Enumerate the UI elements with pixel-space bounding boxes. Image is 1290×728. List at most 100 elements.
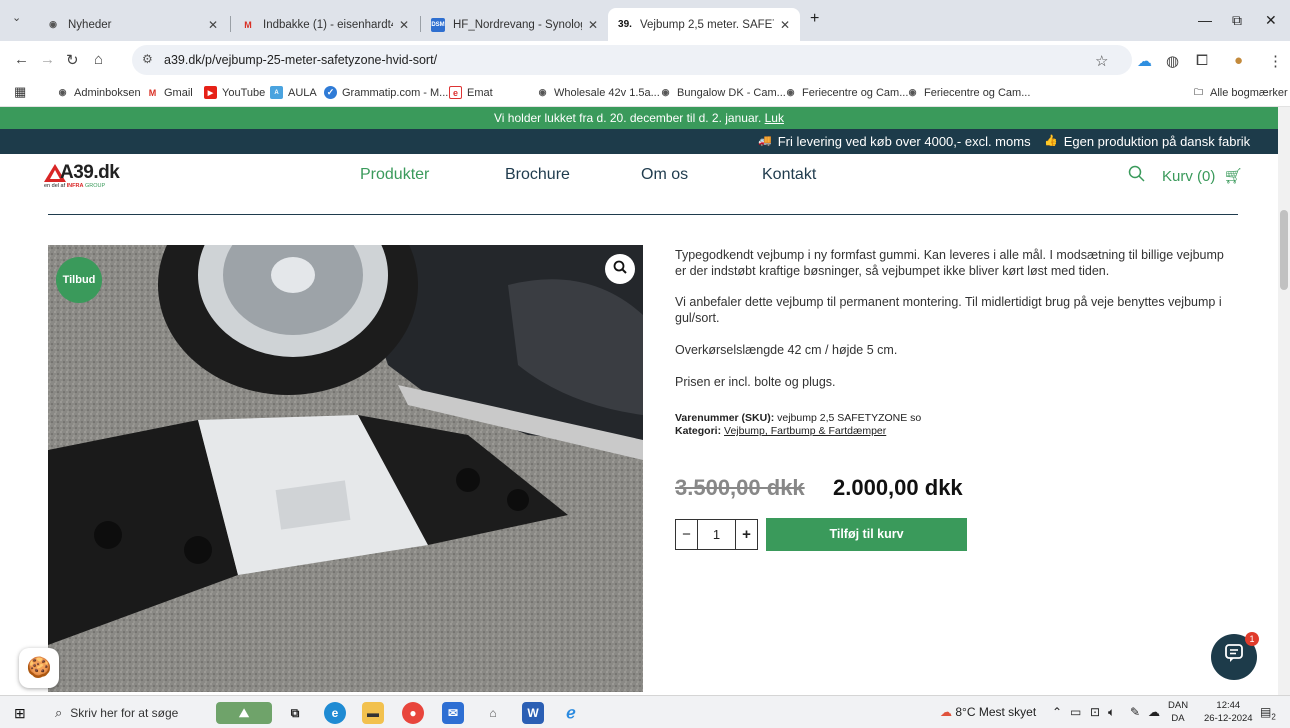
sale-badge: Tilbud: [56, 257, 102, 303]
quantity-input[interactable]: 1: [698, 520, 735, 549]
news-widget-icon[interactable]: ⛰: [216, 702, 272, 724]
bookmark-youtube[interactable]: ▶ YouTube: [204, 86, 265, 99]
store-icon[interactable]: ⌂: [482, 702, 504, 724]
close-icon[interactable]: ✕: [399, 18, 409, 32]
taskbar-search[interactable]: ⌕ Skriv her for at søge: [45, 696, 207, 728]
notice-close-link[interactable]: Luk: [765, 111, 784, 125]
menu-dots-icon[interactable]: ⋮: [1268, 52, 1283, 70]
tray-chevron-icon[interactable]: ⌃: [1052, 705, 1062, 719]
cart-icon: 🛒︎: [1223, 168, 1243, 185]
close-icon[interactable]: ✕: [780, 18, 790, 32]
product-photo: [48, 245, 643, 692]
notifications-icon[interactable]: ▤2: [1260, 705, 1276, 721]
battery-icon[interactable]: ▭: [1070, 705, 1081, 719]
windows-start-icon[interactable]: ⊞: [14, 705, 26, 722]
usp-delivery: 🚚 Fri levering ved køb over 4000,- excl.…: [758, 129, 1031, 154]
restore-icon[interactable]: ⧉: [1232, 12, 1242, 29]
search-icon[interactable]: [1128, 165, 1145, 187]
address-bar[interactable]: ⚙ a39.dk/p/vejbump-25-meter-safetyzone-h…: [132, 45, 1132, 75]
browser-tab-bar: ⌄ ◉ Nyheder ✕ M Indbakke (1) - eisenhard…: [0, 0, 1290, 41]
extension-cloud-icon[interactable]: ☁: [1137, 52, 1152, 70]
product-description-2: Vi anbefaler dette vejbump til permanent…: [675, 295, 1222, 325]
new-tab-button[interactable]: +: [810, 10, 819, 28]
holiday-notice-bar: Vi holder lukket fra d. 20. december til…: [0, 107, 1278, 129]
scrollbar-thumb[interactable]: [1280, 210, 1288, 290]
sale-price: 2.000,00 dkk: [833, 475, 963, 500]
extensions-puzzle-icon[interactable]: ⧠: [1196, 52, 1208, 69]
globe-icon: ◉: [58, 87, 67, 97]
window-close-icon[interactable]: ✕: [1265, 12, 1277, 29]
edge-icon[interactable]: e: [324, 702, 346, 724]
nav-om-os[interactable]: Om os: [641, 166, 688, 184]
weather-icon: ☁: [940, 705, 952, 719]
product-image[interactable]: Tilbud: [48, 245, 643, 692]
bookmark-bungalow[interactable]: ◉ Bungalow DK - Cam...: [659, 86, 786, 99]
bookmark-emat[interactable]: e Emat: [449, 86, 493, 99]
zoom-icon[interactable]: [605, 254, 635, 284]
globe-icon: ◉: [908, 87, 917, 97]
truck-icon: 🚚: [758, 135, 772, 147]
chrome-icon[interactable]: ●: [402, 702, 424, 724]
add-to-cart-button[interactable]: Tilføj til kurv: [766, 518, 967, 551]
nav-produkter[interactable]: Produkter: [360, 166, 429, 184]
internet-explorer-icon[interactable]: ℯ: [560, 702, 582, 724]
cookie-settings-icon[interactable]: 🍪: [19, 648, 59, 688]
nav-kontakt[interactable]: Kontakt: [762, 166, 816, 184]
task-view-icon[interactable]: ⧉: [284, 702, 306, 724]
bookmark-grammatip[interactable]: ✓ Grammatip.com - M...: [324, 86, 448, 99]
site-info-icon[interactable]: ⚙: [142, 52, 153, 66]
tab-vejbump[interactable]: 39. Vejbump 2,5 meter. SAFETYZO ✕: [608, 8, 800, 41]
bookmark-star-icon[interactable]: ☆: [1095, 52, 1108, 70]
minimize-icon[interactable]: —: [1198, 12, 1212, 28]
back-icon[interactable]: ←: [14, 51, 29, 68]
forward-icon[interactable]: →: [40, 51, 55, 68]
search-icon: ⌕: [55, 704, 63, 720]
language-indicator[interactable]: DAN DA: [1168, 699, 1188, 725]
file-explorer-icon[interactable]: ▬: [362, 702, 384, 724]
page-scrollbar[interactable]: [1278, 107, 1290, 695]
extension-icon[interactable]: ◍: [1166, 52, 1179, 70]
network-icon[interactable]: ⊡: [1090, 705, 1100, 719]
check-icon: ✓: [324, 86, 337, 99]
all-bookmarks[interactable]: 🗀 Alle bogmærker: [1192, 86, 1288, 99]
youtube-icon: ▶: [204, 86, 217, 99]
bookmark-gmail[interactable]: M Gmail: [146, 86, 193, 99]
chat-unread-badge: 1: [1245, 632, 1259, 646]
apps-grid-icon[interactable]: ▦: [14, 84, 26, 100]
close-icon[interactable]: ✕: [208, 18, 218, 32]
bookmark-aula[interactable]: A AULA: [270, 86, 317, 99]
taskbar-search-placeholder: Skriv her for at søge: [70, 705, 179, 720]
bookmarks-bar: ▦ ◉ Adminboksen M Gmail ▶ YouTube A AULA ✓ Gr…: [0, 79, 1290, 107]
word-icon[interactable]: W: [522, 702, 544, 724]
tab-title: HF_Nordrevang - Synology Disk: [453, 18, 582, 31]
tab-nyheder[interactable]: ◉ Nyheder ✕: [36, 8, 228, 41]
tab-search-button[interactable]: ⌄: [12, 11, 21, 24]
site-logo[interactable]: A39.dk en del af INFRA GROUP: [44, 162, 134, 192]
volume-icon[interactable]: 🔈︎: [1108, 705, 1115, 720]
quantity-stepper: − 1 +: [675, 519, 758, 550]
cart-link[interactable]: Kurv (0) 🛒︎: [1162, 167, 1243, 185]
reload-icon[interactable]: ↻: [66, 51, 79, 69]
logo-text: A39.dk: [60, 162, 120, 183]
tab-title: Nyheder: [68, 18, 112, 31]
profile-avatar-icon[interactable]: ●: [1234, 52, 1243, 69]
nav-brochure[interactable]: Brochure: [505, 166, 570, 184]
pen-icon[interactable]: ✎: [1130, 705, 1140, 719]
clock[interactable]: 12:44 26-12-2024: [1204, 699, 1253, 725]
quantity-decrease-button[interactable]: −: [676, 520, 698, 549]
product-category: Kategori: Vejbump, Fartbump & Fartdæmper: [675, 425, 887, 437]
product-description-1: Typegodkendt vejbump i ny formfast gummi…: [675, 248, 1224, 278]
tab-synology[interactable]: DSM HF_Nordrevang - Synology Disk ✕: [421, 8, 608, 41]
sync-icon[interactable]: ☁: [1148, 705, 1160, 719]
mail-icon[interactable]: ✉: [442, 702, 464, 724]
home-icon[interactable]: ⌂: [94, 51, 103, 68]
weather-widget[interactable]: ☁ 8°C Mest skyet: [940, 705, 1036, 719]
quantity-increase-button[interactable]: +: [735, 520, 757, 549]
category-link[interactable]: Vejbump, Fartbump & Fartdæmper: [724, 425, 886, 437]
bookmark-wholesale[interactable]: ◉ Wholesale 42v 1.5a...: [536, 86, 660, 99]
close-icon[interactable]: ✕: [588, 18, 598, 32]
bookmark-feriecentre-2[interactable]: ◉ Feriecentre og Cam...: [906, 86, 1031, 99]
tab-gmail[interactable]: M Indbakke (1) - eisenhardt49@g ✕: [231, 8, 419, 41]
bookmark-adminboksen[interactable]: ◉ Adminboksen: [56, 86, 141, 99]
bookmark-feriecentre-1[interactable]: ◉ Feriecentre og Cam...: [784, 86, 909, 99]
